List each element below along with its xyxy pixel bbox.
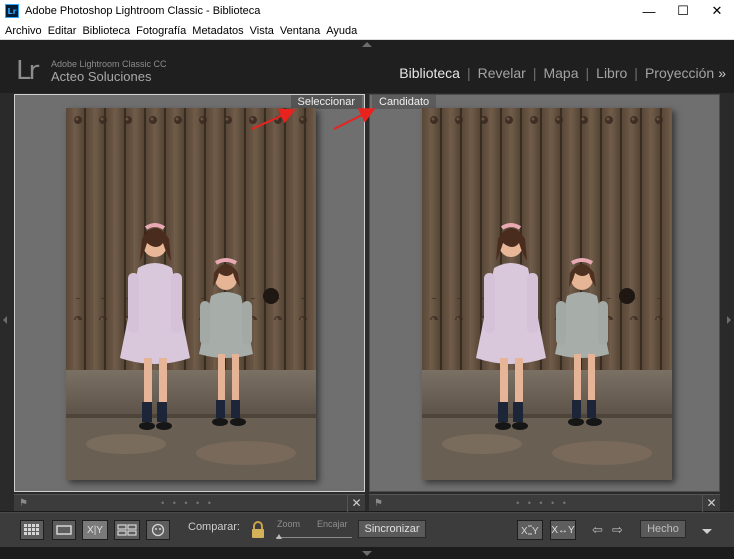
rating-dots[interactable]: • • • • •	[28, 498, 347, 508]
module-revelar[interactable]: Revelar	[478, 65, 526, 81]
module-separator: |	[585, 65, 590, 81]
select-label: Seleccionar	[290, 95, 362, 109]
menu-editar[interactable]: Editar	[48, 25, 77, 37]
identity-owner: Acteo Soluciones	[51, 69, 152, 84]
close-select-button[interactable]: ✕	[347, 494, 365, 512]
collapse-left-panel-icon[interactable]	[3, 316, 7, 324]
compare-label: Comparar:	[188, 521, 240, 533]
flag-icon[interactable]: ⚑	[19, 498, 28, 509]
next-photo-icon[interactable]: ⇨	[612, 522, 623, 538]
photo-two-girls-at-door	[422, 108, 672, 480]
window-titlebar: Lr Adobe Photoshop Lightroom Classic - B…	[0, 0, 734, 22]
module-separator: |	[466, 65, 471, 81]
survey-view-icon	[117, 524, 137, 536]
toolbar-options-icon[interactable]	[702, 529, 712, 534]
expand-filmstrip-icon[interactable]	[362, 551, 372, 556]
survey-view-button[interactable]	[114, 520, 140, 540]
close-candidate-button[interactable]: ✕	[702, 494, 720, 512]
zoom-slider[interactable]	[276, 537, 352, 538]
menu-vista[interactable]: Vista	[250, 25, 274, 37]
photo-two-girls-at-door	[66, 108, 316, 480]
menu-ayuda[interactable]: Ayuda	[326, 25, 357, 37]
maximize-button[interactable]: ☐	[666, 0, 700, 22]
select-pane[interactable]: Seleccionar	[14, 94, 365, 492]
candidate-pane-footer: ⚑ • • • • • ✕	[369, 494, 720, 512]
menu-ventana[interactable]: Ventana	[280, 25, 320, 37]
make-select-button[interactable]: X↔Y	[550, 520, 576, 540]
rating-dots[interactable]: • • • • •	[383, 498, 702, 508]
done-button[interactable]: Hecho	[640, 520, 686, 538]
swap-xy-icon: X Y	[521, 525, 539, 537]
candidate-photo[interactable]	[422, 108, 672, 480]
module-biblioteca[interactable]: Biblioteca	[399, 65, 460, 81]
module-proyeccion[interactable]: Proyección	[645, 65, 714, 81]
module-picker: Biblioteca | Revelar | Mapa | Libro | Pr…	[399, 65, 726, 81]
grid-view-button[interactable]	[20, 520, 44, 540]
swap-button[interactable]: X Y	[517, 520, 543, 540]
module-separator: |	[532, 65, 537, 81]
candidate-label: Candidato	[372, 95, 437, 109]
flag-icon[interactable]: ⚑	[374, 498, 383, 509]
compare-view-button[interactable]: X|Y	[82, 520, 108, 540]
identity-product: Adobe Lightroom Classic CC	[51, 59, 167, 69]
svg-text:X: X	[521, 526, 528, 537]
zoom-label: Zoom	[277, 519, 301, 529]
toolbar: X|Y Comparar: Zoom Encajar Sincronizar X…	[0, 512, 734, 547]
minimize-button[interactable]: —	[632, 0, 666, 22]
menu-fotografia[interactable]: Fotografía	[136, 25, 186, 37]
more-modules-icon[interactable]: »	[718, 65, 726, 81]
collapse-top-panel-icon[interactable]	[362, 42, 372, 47]
menu-bar: Archivo Editar Biblioteca Fotografía Met…	[0, 22, 734, 40]
module-libro[interactable]: Libro	[596, 65, 627, 81]
lightroom-app-icon: Lr	[5, 4, 19, 18]
module-separator: |	[634, 65, 638, 81]
zoom-slider-thumb[interactable]	[276, 534, 282, 539]
people-view-button[interactable]	[146, 520, 170, 540]
face-icon	[151, 523, 165, 537]
window-title: Adobe Photoshop Lightroom Classic - Bibl…	[25, 5, 261, 17]
module-mapa[interactable]: Mapa	[543, 65, 578, 81]
loupe-view-icon	[56, 525, 72, 535]
menu-metadatos[interactable]: Metadatos	[192, 25, 243, 37]
fit-label: Encajar	[317, 519, 348, 529]
sync-button[interactable]: Sincronizar	[358, 520, 426, 538]
close-window-button[interactable]: ✕	[700, 0, 734, 22]
select-pane-footer: ⚑ • • • • • ✕	[14, 494, 365, 512]
lock-icon[interactable]	[250, 520, 266, 540]
collapse-right-panel-icon[interactable]	[727, 316, 731, 324]
svg-text:Y: Y	[532, 526, 539, 537]
select-photo[interactable]	[66, 108, 316, 480]
previous-photo-icon[interactable]: ⇦	[592, 522, 603, 538]
menu-archivo[interactable]: Archivo	[5, 25, 42, 37]
lightroom-logo: Lr	[16, 56, 39, 86]
loupe-view-button[interactable]	[52, 520, 76, 540]
candidate-pane[interactable]: Candidato	[369, 94, 720, 492]
grid-view-icon	[24, 524, 39, 535]
menu-biblioteca[interactable]: Biblioteca	[82, 25, 130, 37]
